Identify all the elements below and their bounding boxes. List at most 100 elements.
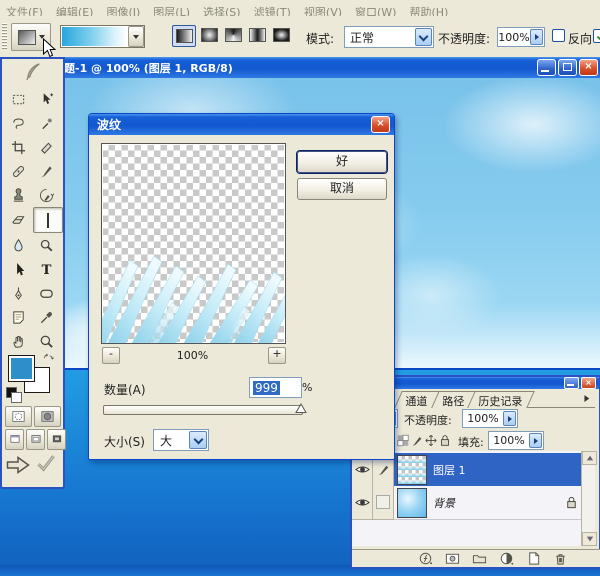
tool-history-brush[interactable] xyxy=(33,183,61,207)
imageready-icon[interactable] xyxy=(36,453,56,477)
menu-item-select[interactable]: 选择(S) xyxy=(203,6,241,16)
palette-opacity-arrow[interactable] xyxy=(503,411,516,426)
menu-item-image[interactable]: 图像(I) xyxy=(106,6,140,16)
toolbox-palette[interactable]: T xyxy=(0,57,65,489)
slider-thumb[interactable] xyxy=(295,403,307,414)
tool-lasso[interactable] xyxy=(5,111,33,135)
menu-item-window[interactable]: 窗口(W) xyxy=(355,6,396,16)
dialog-titlebar[interactable]: 波纹 × xyxy=(89,114,394,135)
filter-preview[interactable] xyxy=(101,143,286,344)
tool-healing-brush[interactable] xyxy=(5,159,33,183)
angle-gradient-button[interactable] xyxy=(222,25,244,45)
ok-button[interactable]: 好 xyxy=(297,151,387,173)
layer-style-icon[interactable] xyxy=(414,552,436,566)
delete-layer-icon[interactable] xyxy=(549,552,571,566)
mode-dropdown-arrow[interactable] xyxy=(415,28,432,46)
minimize-button[interactable] xyxy=(537,59,556,76)
tool-blur[interactable] xyxy=(5,233,33,257)
add-mask-icon[interactable] xyxy=(441,552,463,566)
tool-magic-wand[interactable] xyxy=(33,111,61,135)
palette-close-button[interactable]: × xyxy=(581,377,596,389)
menu-item-layer[interactable]: 图层(L) xyxy=(153,6,190,16)
layer-thumbnail[interactable] xyxy=(397,488,427,518)
link-cell[interactable] xyxy=(373,486,394,520)
gradient-picker-arrow[interactable] xyxy=(128,26,144,47)
lock-all-icon[interactable] xyxy=(438,433,452,447)
tool-pen[interactable] xyxy=(5,281,33,305)
tool-clone-stamp[interactable] xyxy=(5,183,33,207)
tool-path-select[interactable] xyxy=(5,257,33,281)
tool-notes[interactable] xyxy=(5,305,33,329)
lock-paint-icon[interactable] xyxy=(410,433,424,447)
tool-rect-marquee[interactable] xyxy=(5,87,33,111)
tool-slice[interactable] xyxy=(33,135,61,159)
reflected-gradient-button[interactable] xyxy=(246,25,268,45)
palette-minimize-button[interactable] xyxy=(564,377,579,389)
close-button[interactable]: × xyxy=(579,59,598,76)
menu-item-file[interactable]: 文件(F) xyxy=(6,6,43,16)
menu-item-help[interactable]: 帮助(H) xyxy=(409,6,448,16)
amount-input[interactable]: 999 xyxy=(249,377,302,398)
standard-mode-button[interactable] xyxy=(5,406,32,427)
tool-type[interactable]: T xyxy=(33,257,61,281)
lock-position-icon[interactable] xyxy=(424,433,438,447)
menu-item-filter[interactable]: 滤镜(T) xyxy=(254,6,291,16)
fullscreen-menu-button[interactable] xyxy=(26,429,45,450)
linear-gradient-button[interactable] xyxy=(172,25,196,47)
amount-slider-track[interactable] xyxy=(103,405,303,415)
tool-hand[interactable] xyxy=(5,329,33,353)
foreground-color-swatch[interactable] xyxy=(8,355,35,382)
radial-gradient-button[interactable] xyxy=(198,25,220,45)
adjustment-layer-icon[interactable] xyxy=(495,552,517,566)
menu-item-edit[interactable]: 编辑(E) xyxy=(56,6,94,16)
fill-field[interactable]: 100% xyxy=(488,431,544,450)
cancel-button[interactable]: 取消 xyxy=(297,178,387,200)
layer-name[interactable]: 图层 1 xyxy=(427,462,466,478)
tool-crop[interactable] xyxy=(5,135,33,159)
tool-shape[interactable] xyxy=(33,281,61,305)
opacity-popup-arrow[interactable] xyxy=(530,29,543,45)
toolbox-header[interactable] xyxy=(2,59,63,85)
diamond-gradient-button[interactable] xyxy=(270,25,292,45)
dither-checkbox[interactable] xyxy=(593,29,600,43)
swap-colors-icon[interactable] xyxy=(42,353,55,366)
ripple-dialog[interactable]: 波纹 × - 100% + 数量 xyxy=(88,113,395,460)
scroll-up-icon[interactable] xyxy=(582,451,597,465)
fill-arrow[interactable] xyxy=(529,433,542,448)
size-dropdown-arrow[interactable] xyxy=(189,431,207,449)
tool-brush[interactable] xyxy=(33,159,61,183)
palette-opacity-field[interactable]: 100% xyxy=(462,409,518,428)
layer-thumbnail[interactable] xyxy=(397,455,427,485)
visibility-cell[interactable] xyxy=(352,486,373,520)
quick-mask-button[interactable] xyxy=(34,406,61,427)
standard-screen-button[interactable] xyxy=(5,429,24,450)
new-layer-icon[interactable] xyxy=(522,552,544,566)
fullscreen-button[interactable] xyxy=(47,429,66,450)
tool-move[interactable] xyxy=(33,87,61,111)
tool-zoom[interactable] xyxy=(33,329,61,353)
tool-eraser[interactable] xyxy=(5,207,33,231)
layers-scrollbar[interactable] xyxy=(581,451,595,546)
menu-item-view[interactable]: 视图(V) xyxy=(304,6,342,16)
tab-history[interactable]: 历史记录 xyxy=(467,391,535,408)
reverse-checkbox[interactable] xyxy=(552,29,565,42)
document-titlebar[interactable]: 未标题-1 @ 100% (图层 1, RGB/8) × xyxy=(32,57,600,78)
jump-to-imageready-icon[interactable] xyxy=(6,453,30,477)
lock-transparency-icon[interactable] xyxy=(396,433,410,447)
new-group-icon[interactable] xyxy=(468,552,490,566)
zoom-in-button[interactable]: + xyxy=(268,347,286,364)
dialog-close-button[interactable]: × xyxy=(371,116,390,133)
tab-scroll-arrow[interactable] xyxy=(581,393,592,404)
restore-button[interactable] xyxy=(558,59,577,76)
options-grip[interactable] xyxy=(2,23,7,50)
tool-dodge[interactable] xyxy=(33,233,61,257)
scroll-down-icon[interactable] xyxy=(582,532,597,546)
tool-eyedropper[interactable] xyxy=(33,305,61,329)
mode-select[interactable]: 正常 xyxy=(344,26,434,48)
tool-gradient[interactable] xyxy=(33,207,63,233)
gradient-preview-picker[interactable] xyxy=(60,25,145,48)
layer-row-background[interactable]: 背景 xyxy=(352,486,583,520)
opacity-field[interactable]: 100% xyxy=(497,27,545,47)
layer-name[interactable]: 背景 xyxy=(427,495,564,511)
size-select[interactable]: 大 xyxy=(153,429,209,451)
